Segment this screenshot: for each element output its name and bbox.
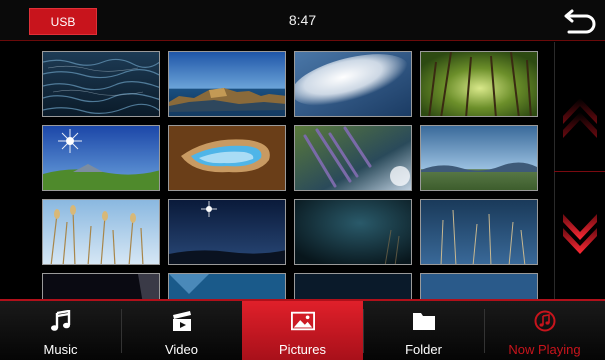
thumbnail-blue-partial[interactable]: [168, 273, 286, 299]
tab-folder[interactable]: Folder: [363, 301, 484, 360]
tab-now-playing[interactable]: Now Playing: [484, 301, 605, 360]
back-arrow-icon: [564, 9, 596, 34]
thumbnail-dark-water[interactable]: [294, 199, 412, 265]
bottom-nav: Music Video Pictures Folder Now Playing: [0, 299, 605, 360]
music-note-icon: [49, 310, 73, 332]
back-button[interactable]: [562, 6, 598, 36]
picture-browser: [0, 42, 605, 299]
folder-icon: [412, 310, 436, 332]
usb-source-button[interactable]: USB: [29, 8, 97, 35]
tab-pictures[interactable]: Pictures: [242, 301, 363, 360]
top-bar: USB 8:47: [0, 0, 605, 41]
thumbnail-lavender-stalks[interactable]: [294, 125, 412, 191]
tab-music[interactable]: Music: [0, 301, 121, 360]
thumbnail-grass-seeds[interactable]: [42, 199, 160, 265]
thumbnail-blue-partial-2[interactable]: [420, 273, 538, 299]
tab-label: Music: [43, 342, 78, 357]
chevron-up-icon: [563, 98, 597, 138]
tab-label: Now Playing: [508, 342, 581, 357]
scroll-divider: [554, 171, 605, 172]
now-playing-icon: [533, 310, 557, 332]
thumbnail-white-cloud[interactable]: [294, 51, 412, 117]
thumbnail-night-sky-star[interactable]: [168, 199, 286, 265]
scroll-up-button[interactable]: [557, 82, 603, 142]
picture-icon: [290, 310, 315, 332]
tab-video[interactable]: Video: [121, 301, 242, 360]
thumbnail-dark-partial[interactable]: [42, 273, 160, 299]
thumbnail-ocean-waves[interactable]: [42, 51, 160, 117]
thumbnail-dark-partial-2[interactable]: [294, 273, 412, 299]
scroll-down-button[interactable]: [557, 200, 603, 260]
thumbnail-coastal-cliffs[interactable]: [168, 51, 286, 117]
thumbnail-grass-silhouette[interactable]: [420, 199, 538, 265]
chevron-down-icon: [563, 214, 597, 254]
tab-label: Video: [164, 342, 198, 357]
tab-label: Pictures: [279, 342, 326, 357]
thumbnail-sun-over-meadow[interactable]: [42, 125, 160, 191]
thumbnail-green-forest[interactable]: [420, 51, 538, 117]
thumbnail-sea-cave-arch[interactable]: [168, 125, 286, 191]
clapperboard-icon: [170, 310, 194, 332]
tab-label: Folder: [405, 342, 442, 357]
thumbnail-valley-horizon[interactable]: [420, 125, 538, 191]
